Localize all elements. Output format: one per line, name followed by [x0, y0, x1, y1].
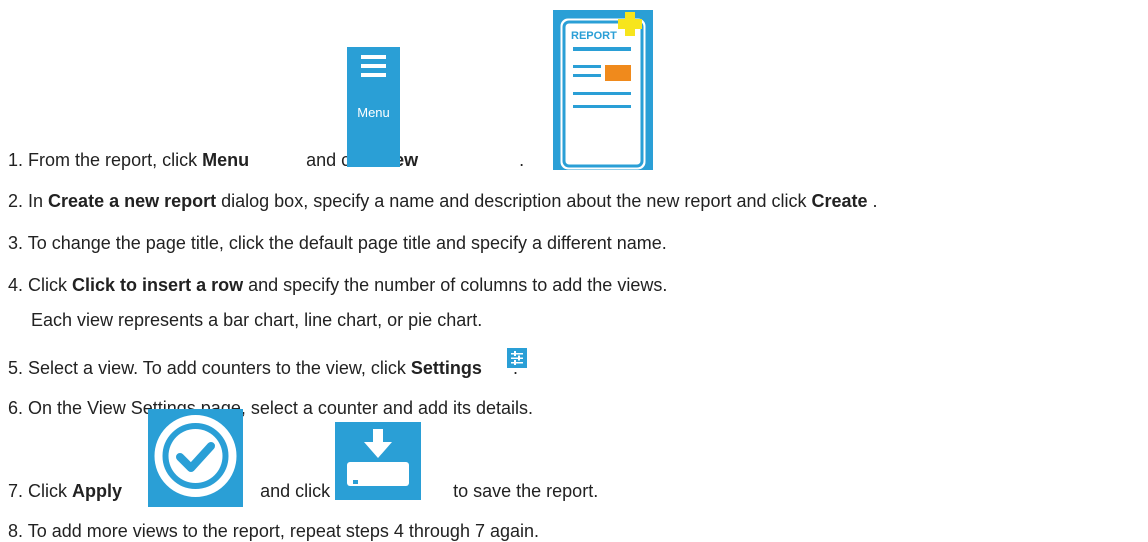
step-text: From the report, click — [28, 150, 203, 170]
step-number: 1. — [8, 150, 24, 170]
step-text: Click — [28, 275, 73, 295]
step-text: . — [872, 191, 878, 211]
step-text: and specify the number of columns to add… — [248, 275, 668, 295]
create-label: Create — [811, 191, 868, 211]
create-new-report-label: Create a new report — [48, 191, 217, 211]
step-text: To change the page title, click the defa… — [27, 233, 667, 253]
hamburger-menu-icon[interactable]: Menu — [347, 47, 400, 167]
step-number: 3. — [8, 233, 24, 253]
step-number: 7. — [8, 481, 24, 501]
step-1: 1. From the report, click Menu and click… — [8, 149, 524, 171]
step-text: To add more views to the report, repeat … — [27, 521, 540, 541]
step-4-note: Each view represents a bar chart, line c… — [31, 310, 483, 330]
step-4: 4. Click Click to insert a row and speci… — [8, 274, 667, 296]
step-text: Select a view. To add counters to the vi… — [28, 358, 411, 378]
menu-label: Menu — [202, 150, 250, 170]
settings-label: Settings — [410, 358, 482, 378]
step-text: On the View Settings page, select a coun… — [28, 398, 534, 418]
step-8: 8. To add more views to the report, repe… — [8, 520, 539, 542]
step-number: 4. — [8, 275, 24, 295]
step-text: In — [28, 191, 49, 211]
sliders-icon[interactable] — [507, 348, 527, 368]
menu-icon-label: Menu — [357, 105, 390, 120]
step-3: 3. To change the page title, click the d… — [8, 232, 667, 254]
step-number: 6. — [8, 398, 24, 418]
step-number: 2. — [8, 191, 24, 211]
step-text: . — [519, 150, 525, 170]
step-2: 2. In Create a new report dialog box, sp… — [8, 190, 878, 212]
step-text: Click — [28, 481, 73, 501]
step-7: 7. Click Apply and click to save the rep… — [8, 480, 598, 502]
step-text: dialog box, specify a name and descripti… — [221, 191, 812, 211]
new-report-icon[interactable]: REPORT — [553, 10, 653, 170]
step-6: 6. On the View Settings page, select a c… — [8, 397, 533, 419]
step-text: to save the report. — [453, 481, 599, 501]
checkmark-circle-icon[interactable] — [148, 409, 243, 507]
step-text: and click — [260, 481, 336, 501]
step-number: 5. — [8, 358, 24, 378]
download-tray-icon[interactable] — [335, 422, 421, 500]
insert-row-label: Click to insert a row — [72, 275, 244, 295]
report-icon-label: REPORT — [571, 30, 617, 42]
apply-label: Apply — [72, 481, 123, 501]
step-5: 5. Select a view. To add counters to the… — [8, 357, 518, 379]
step-number: 8. — [8, 521, 24, 541]
